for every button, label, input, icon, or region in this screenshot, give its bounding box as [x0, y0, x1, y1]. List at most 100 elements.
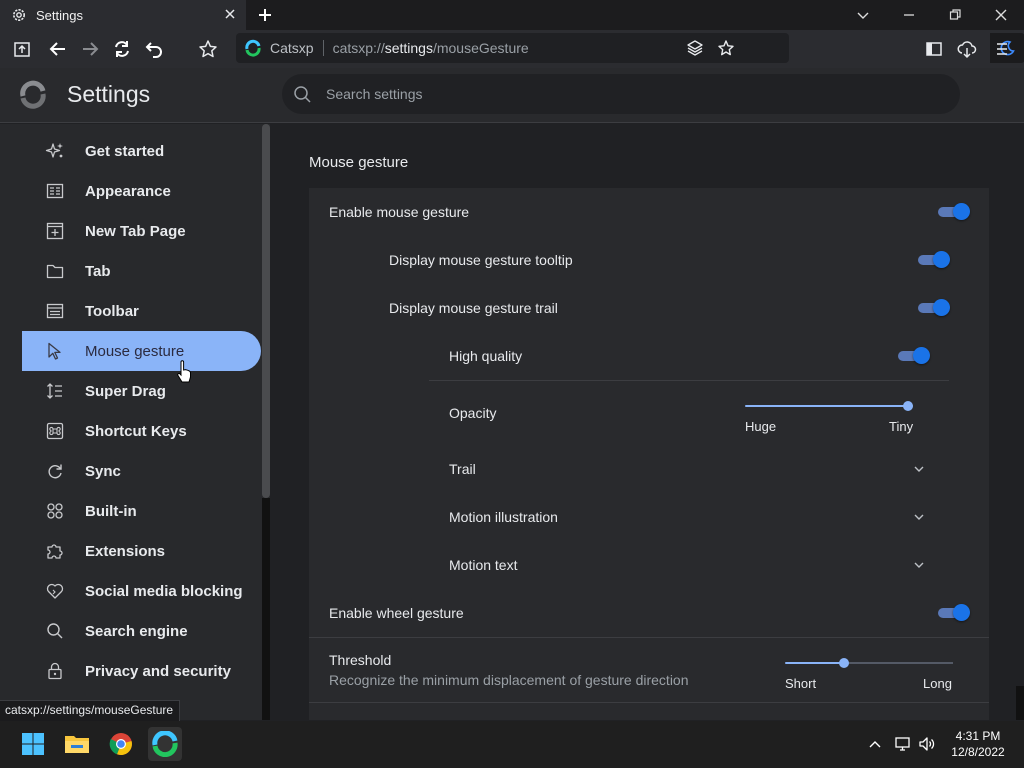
taskbar-catsxp[interactable] — [148, 727, 182, 761]
chevron-down-icon[interactable] — [912, 558, 926, 572]
threshold-description: Recognize the minimum displacement of ge… — [329, 672, 689, 688]
new-tab-page-icon — [46, 222, 64, 240]
chevron-down-icon[interactable] — [912, 510, 926, 524]
divider — [309, 637, 989, 638]
sidebar-item-label: Mouse gesture — [85, 342, 185, 360]
main-scrollbar[interactable] — [1016, 686, 1024, 720]
close-window-icon[interactable] — [992, 6, 1010, 24]
hand-cursor-icon — [177, 360, 191, 383]
heart-icon — [46, 583, 64, 599]
enable-mouse-gesture-toggle[interactable] — [938, 203, 970, 220]
restore-icon[interactable] — [946, 6, 964, 24]
sidebar-scrollbar-track[interactable] — [262, 498, 270, 720]
title-bar: Settings — [0, 0, 1024, 30]
enable-mouse-gesture-label: Enable mouse gesture — [329, 204, 470, 220]
sidebar-item-super-drag[interactable]: Super Drag — [22, 371, 261, 411]
slider-thumb[interactable] — [839, 658, 849, 668]
folder-tab-icon — [46, 264, 64, 279]
slider-fill — [745, 405, 913, 407]
slider-thumb[interactable] — [903, 401, 913, 411]
minimize-icon[interactable] — [900, 6, 918, 24]
tab-title: Settings — [36, 7, 83, 23]
volume-icon[interactable] — [918, 735, 936, 753]
favorite-star-icon[interactable] — [717, 39, 735, 57]
new-tab-icon[interactable] — [256, 6, 274, 24]
sidebar-item-built-in[interactable]: Built-in — [22, 491, 261, 531]
back-icon[interactable] — [48, 39, 68, 59]
sidebar-item-social-media-blocking[interactable]: Social media blocking — [22, 571, 261, 611]
taskbar-file-explorer[interactable] — [60, 727, 94, 761]
browser-toolbar: Catsxp catsxp://settings/mouseGesture — [0, 30, 1024, 68]
search-icon — [47, 623, 63, 639]
search-box[interactable] — [282, 74, 960, 114]
url-text: catsxp://settings/mouseGesture — [332, 40, 529, 56]
system-clock[interactable]: 4:31 PM 12/8/2022 — [940, 728, 1016, 760]
close-icon[interactable] — [222, 6, 238, 22]
sidebar-scrollbar-thumb[interactable] — [262, 124, 270, 498]
sidebar-item-sync[interactable]: Sync — [22, 451, 261, 491]
undo-icon[interactable] — [144, 39, 164, 59]
sidebar-item-extensions[interactable]: Extensions — [22, 531, 261, 571]
display-tooltip-toggle[interactable] — [918, 251, 950, 268]
start-button[interactable] — [16, 727, 50, 761]
opacity-max-label: Tiny — [889, 419, 914, 434]
command-key-icon — [46, 422, 64, 440]
settings-header: Settings — [0, 68, 1024, 123]
network-icon[interactable] — [894, 735, 912, 753]
sidebar-item-label: Shortcut Keys — [85, 422, 187, 440]
threshold-label: Threshold — [329, 652, 392, 668]
trail-label: Trail — [449, 461, 476, 477]
threshold-slider[interactable] — [785, 655, 953, 671]
forward-icon[interactable] — [80, 39, 100, 59]
search-input[interactable] — [326, 86, 826, 102]
display-trail-toggle[interactable] — [918, 299, 950, 316]
sidebar-item-search-engine[interactable]: Search engine — [22, 611, 261, 651]
tab-manager-icon[interactable] — [12, 39, 32, 59]
menu-icon[interactable] — [992, 39, 1012, 59]
sidebar-item-get-started[interactable]: Get started — [22, 131, 261, 171]
sidebar-item-label: Toolbar — [85, 302, 139, 320]
divider — [322, 40, 324, 56]
tab-settings[interactable]: Settings — [0, 0, 246, 30]
enable-wheel-gesture-toggle[interactable] — [938, 604, 970, 621]
sync-icon — [48, 464, 62, 479]
appearance-icon — [46, 183, 64, 199]
cloud-download-icon[interactable] — [957, 39, 977, 59]
bookmark-star-icon[interactable] — [198, 39, 218, 59]
address-bar[interactable]: Catsxp catsxp://settings/mouseGesture — [236, 33, 1024, 63]
folder-icon — [65, 736, 89, 753]
sidebar-item-shortcut-keys[interactable]: Shortcut Keys — [22, 411, 261, 451]
opacity-min-label: Huge — [745, 419, 777, 434]
high-quality-toggle[interactable] — [898, 347, 930, 364]
chrome-icon — [109, 733, 132, 756]
catsxp-logo-icon — [20, 80, 46, 109]
chevron-down-icon[interactable] — [854, 6, 872, 24]
sidebar-item-mouse-gesture[interactable]: Mouse gesture — [22, 331, 261, 371]
chevron-up-icon[interactable] — [866, 735, 884, 753]
sidebar-item-label: Privacy and security — [85, 662, 231, 680]
sidebar-item-new-tab-page[interactable]: New Tab Page — [22, 211, 261, 251]
sidebar-item-tab[interactable]: Tab — [22, 251, 261, 291]
sidebar-item-label: Search engine — [85, 622, 188, 640]
lock-icon — [48, 662, 62, 680]
divider — [429, 380, 949, 381]
reload-icon[interactable] — [112, 39, 132, 59]
taskbar-chrome[interactable] — [104, 727, 138, 761]
status-bar: catsxp://settings/mouseGesture — [0, 700, 181, 721]
layers-icon[interactable] — [686, 39, 704, 57]
opacity-label: Opacity — [449, 405, 497, 421]
opacity-slider[interactable] — [745, 398, 913, 414]
sidebar-toggle-icon[interactable] — [924, 39, 944, 59]
sidebar-item-label: Social media blocking — [85, 582, 243, 600]
high-quality-label: High quality — [449, 348, 523, 364]
sidebar-item-toolbar[interactable]: Toolbar — [22, 291, 261, 331]
sidebar-item-appearance[interactable]: Appearance — [22, 171, 261, 211]
chevron-down-icon[interactable] — [912, 462, 926, 476]
page-title: Settings — [67, 81, 151, 107]
sidebar: Get started Appearance New Tab Page Tab … — [0, 124, 270, 720]
catsxp-logo-icon — [245, 39, 261, 57]
slider-fill — [785, 662, 844, 664]
sidebar-item-privacy-and-security[interactable]: Privacy and security — [22, 651, 261, 691]
threshold-min-label: Short — [785, 676, 817, 691]
sidebar-item-label: Get started — [85, 142, 165, 160]
